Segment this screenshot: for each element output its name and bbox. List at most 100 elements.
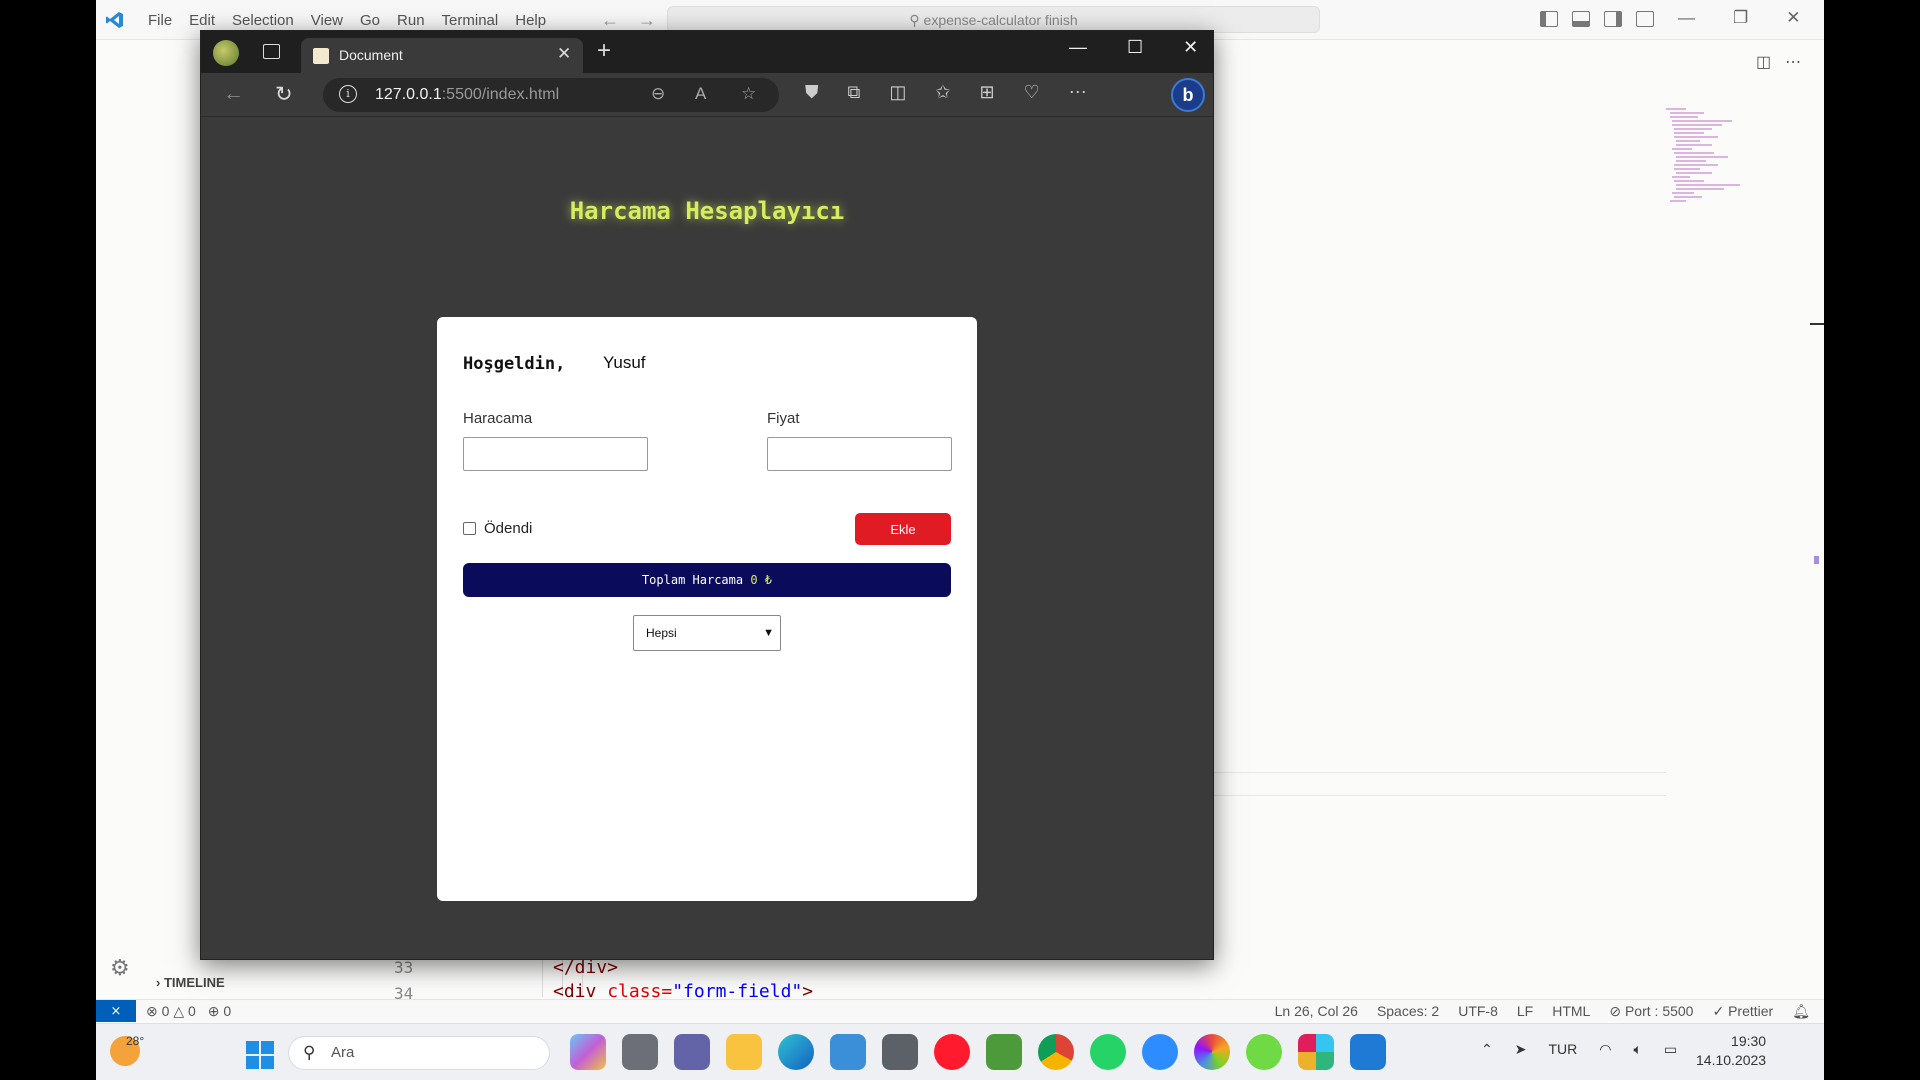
zoom-out-icon[interactable]: ⊖ [651, 84, 665, 104]
volume-icon[interactable]: 🔈︎ [1633, 1041, 1641, 1058]
collections-icon[interactable]: ⊞ [979, 82, 994, 103]
clock-time: 19:30 [1731, 1033, 1767, 1049]
prettier-status[interactable]: ✓ Prettier [1712, 1003, 1773, 1020]
extensions-icon[interactable]: ⧉ [848, 82, 861, 103]
live-server-port[interactable]: ⊘ Port : 5500 [1609, 1003, 1693, 1020]
calculator-icon[interactable] [882, 1034, 918, 1070]
restore-icon[interactable]: ❐ [1733, 8, 1748, 28]
file-explorer-icon[interactable] [726, 1034, 762, 1070]
back-arrow-icon[interactable]: ← [601, 10, 619, 30]
address-bar[interactable]: i 127.0.0.1:5500/index.html ⊖ A ☆ [323, 78, 779, 112]
command-center-search[interactable]: ⚲ expense-calculator finish [667, 6, 1320, 33]
upwork-icon[interactable] [1246, 1034, 1282, 1070]
opera-icon[interactable] [934, 1034, 970, 1070]
new-tab-icon[interactable]: + [597, 37, 611, 65]
paid-toggle[interactable]: Ödendi [463, 520, 532, 537]
favorites-icon[interactable]: ✩ [935, 82, 950, 103]
split-editor-icon[interactable]: ◫ [1756, 52, 1771, 72]
expense-input[interactable] [463, 437, 648, 471]
menu-file[interactable]: File [148, 12, 172, 29]
paid-checkbox[interactable] [463, 522, 476, 535]
browser-tab-document[interactable]: Document ✕ [301, 38, 583, 73]
scrollbar-thumb[interactable] [1814, 556, 1819, 564]
forward-arrow-icon[interactable]: → [638, 10, 656, 30]
menu-selection[interactable]: Selection [232, 12, 294, 29]
code-line[interactable]: </div> [553, 957, 618, 978]
chrome-icon[interactable] [1038, 1034, 1074, 1070]
profile-avatar[interactable] [213, 40, 239, 66]
back-arrow-icon[interactable]: ← [223, 82, 244, 106]
url-host: 127.0.0.1 [375, 86, 442, 103]
taskbar-search[interactable]: ⚲ Ara [288, 1036, 550, 1070]
close-icon[interactable]: ✕ [1786, 8, 1800, 28]
close-tab-icon[interactable]: ✕ [557, 44, 571, 64]
whatsapp-icon[interactable] [1090, 1034, 1126, 1070]
read-aloud-icon[interactable]: A [695, 84, 706, 104]
taskbar-clock[interactable]: 19:30 14.10.2023 [1696, 1032, 1766, 1070]
ports-indicator[interactable]: ⊕ 0 [208, 1003, 231, 1020]
menu-run[interactable]: Run [397, 12, 425, 29]
more-actions-icon[interactable]: ⋯ [1785, 52, 1801, 72]
edge-browser-icon[interactable] [778, 1034, 814, 1070]
vscode-taskbar-icon[interactable] [1350, 1034, 1386, 1070]
add-button[interactable]: Ekle [855, 513, 951, 545]
windows-start-icon[interactable] [246, 1041, 274, 1069]
reload-icon[interactable]: ↻ [275, 82, 293, 107]
toggle-primary-sidebar-icon[interactable] [1540, 11, 1558, 27]
node-app-icon[interactable] [986, 1034, 1022, 1070]
menu-edit[interactable]: Edit [189, 12, 215, 29]
wifi-icon[interactable]: ◠ [1599, 1041, 1611, 1058]
language-mode[interactable]: HTML [1552, 1003, 1590, 1020]
price-input[interactable] [767, 437, 952, 471]
menu-help[interactable]: Help [515, 12, 546, 29]
input-language[interactable]: TUR [1548, 1041, 1577, 1058]
end-of-line[interactable]: LF [1517, 1003, 1533, 1020]
copilot-sidebar-icon[interactable]: b [1171, 78, 1205, 112]
more-menu-icon[interactable]: ⋯ [1069, 82, 1087, 103]
filter-select[interactable]: Hepsi ▼ [633, 615, 781, 651]
copilot-app-icon[interactable] [570, 1034, 606, 1070]
aperture-app-icon[interactable] [1194, 1034, 1230, 1070]
browser-essentials-icon[interactable]: ♡ [1024, 82, 1040, 103]
minimize-icon[interactable]: — [1069, 37, 1087, 58]
windows-taskbar: 28° ⚲ Ara ⌃ ➤ TUR ◠ 🔈︎ ▭ 19:30 14.10.202… [96, 1023, 1824, 1080]
toggle-panel-icon[interactable] [1572, 11, 1590, 27]
indentation[interactable]: Spaces: 2 [1377, 1003, 1439, 1020]
customize-layout-icon[interactable] [1636, 11, 1654, 27]
battery-icon[interactable]: ▭ [1664, 1041, 1677, 1058]
menu-go[interactable]: Go [360, 12, 380, 29]
task-view-icon[interactable] [622, 1034, 658, 1070]
toggle-secondary-sidebar-icon[interactable] [1604, 11, 1622, 27]
search-icon: ⚲ [303, 1043, 316, 1062]
slack-icon[interactable] [1298, 1034, 1334, 1070]
browser-tab-bar: Document ✕ + — ☐ ✕ [201, 31, 1213, 73]
chevron-up-icon[interactable]: ⌃ [1481, 1041, 1493, 1058]
notifications-bell-icon[interactable]: 🔔︎ [1792, 1003, 1810, 1020]
shield-icon[interactable]: ⛊ [805, 82, 819, 103]
expense-card: Hoşgeldin, Yusuf Haracama Fiyat Ödendi E… [437, 317, 977, 901]
microsoft-store-icon[interactable] [830, 1034, 866, 1070]
teams-chat-icon[interactable] [674, 1034, 710, 1070]
cursor-position[interactable]: Ln 26, Col 26 [1275, 1003, 1358, 1020]
settings-gear-icon[interactable]: ⚙ [110, 955, 130, 981]
location-icon[interactable]: ➤ [1515, 1041, 1527, 1058]
minimap[interactable] [1666, 108, 1746, 283]
broadcast-icon: ⊕ [207, 1003, 220, 1019]
tab-actions-icon[interactable] [263, 44, 280, 59]
url-path: :5500/index.html [441, 86, 560, 103]
welcome-text: Hoşgeldin, [463, 354, 566, 374]
split-screen-icon[interactable]: ◫ [889, 82, 906, 103]
editor-actions: ◫ ⋯ [1756, 52, 1801, 72]
timeline-section[interactable]: › TIMELINE [156, 975, 225, 990]
minimize-icon[interactable]: — [1678, 8, 1695, 28]
remote-indicator-icon[interactable]: ⨯ [96, 1000, 136, 1022]
encoding[interactable]: UTF-8 [1458, 1003, 1498, 1020]
favorite-star-icon[interactable]: ☆ [741, 84, 756, 104]
zoom-icon[interactable] [1142, 1034, 1178, 1070]
site-info-icon[interactable]: i [339, 85, 357, 103]
problems-indicator[interactable]: ⊗ 0 △ 0 [146, 1003, 196, 1020]
menu-view[interactable]: View [311, 12, 343, 29]
menu-terminal[interactable]: Terminal [442, 12, 499, 29]
close-icon[interactable]: ✕ [1183, 37, 1198, 58]
maximize-icon[interactable]: ☐ [1127, 37, 1143, 58]
